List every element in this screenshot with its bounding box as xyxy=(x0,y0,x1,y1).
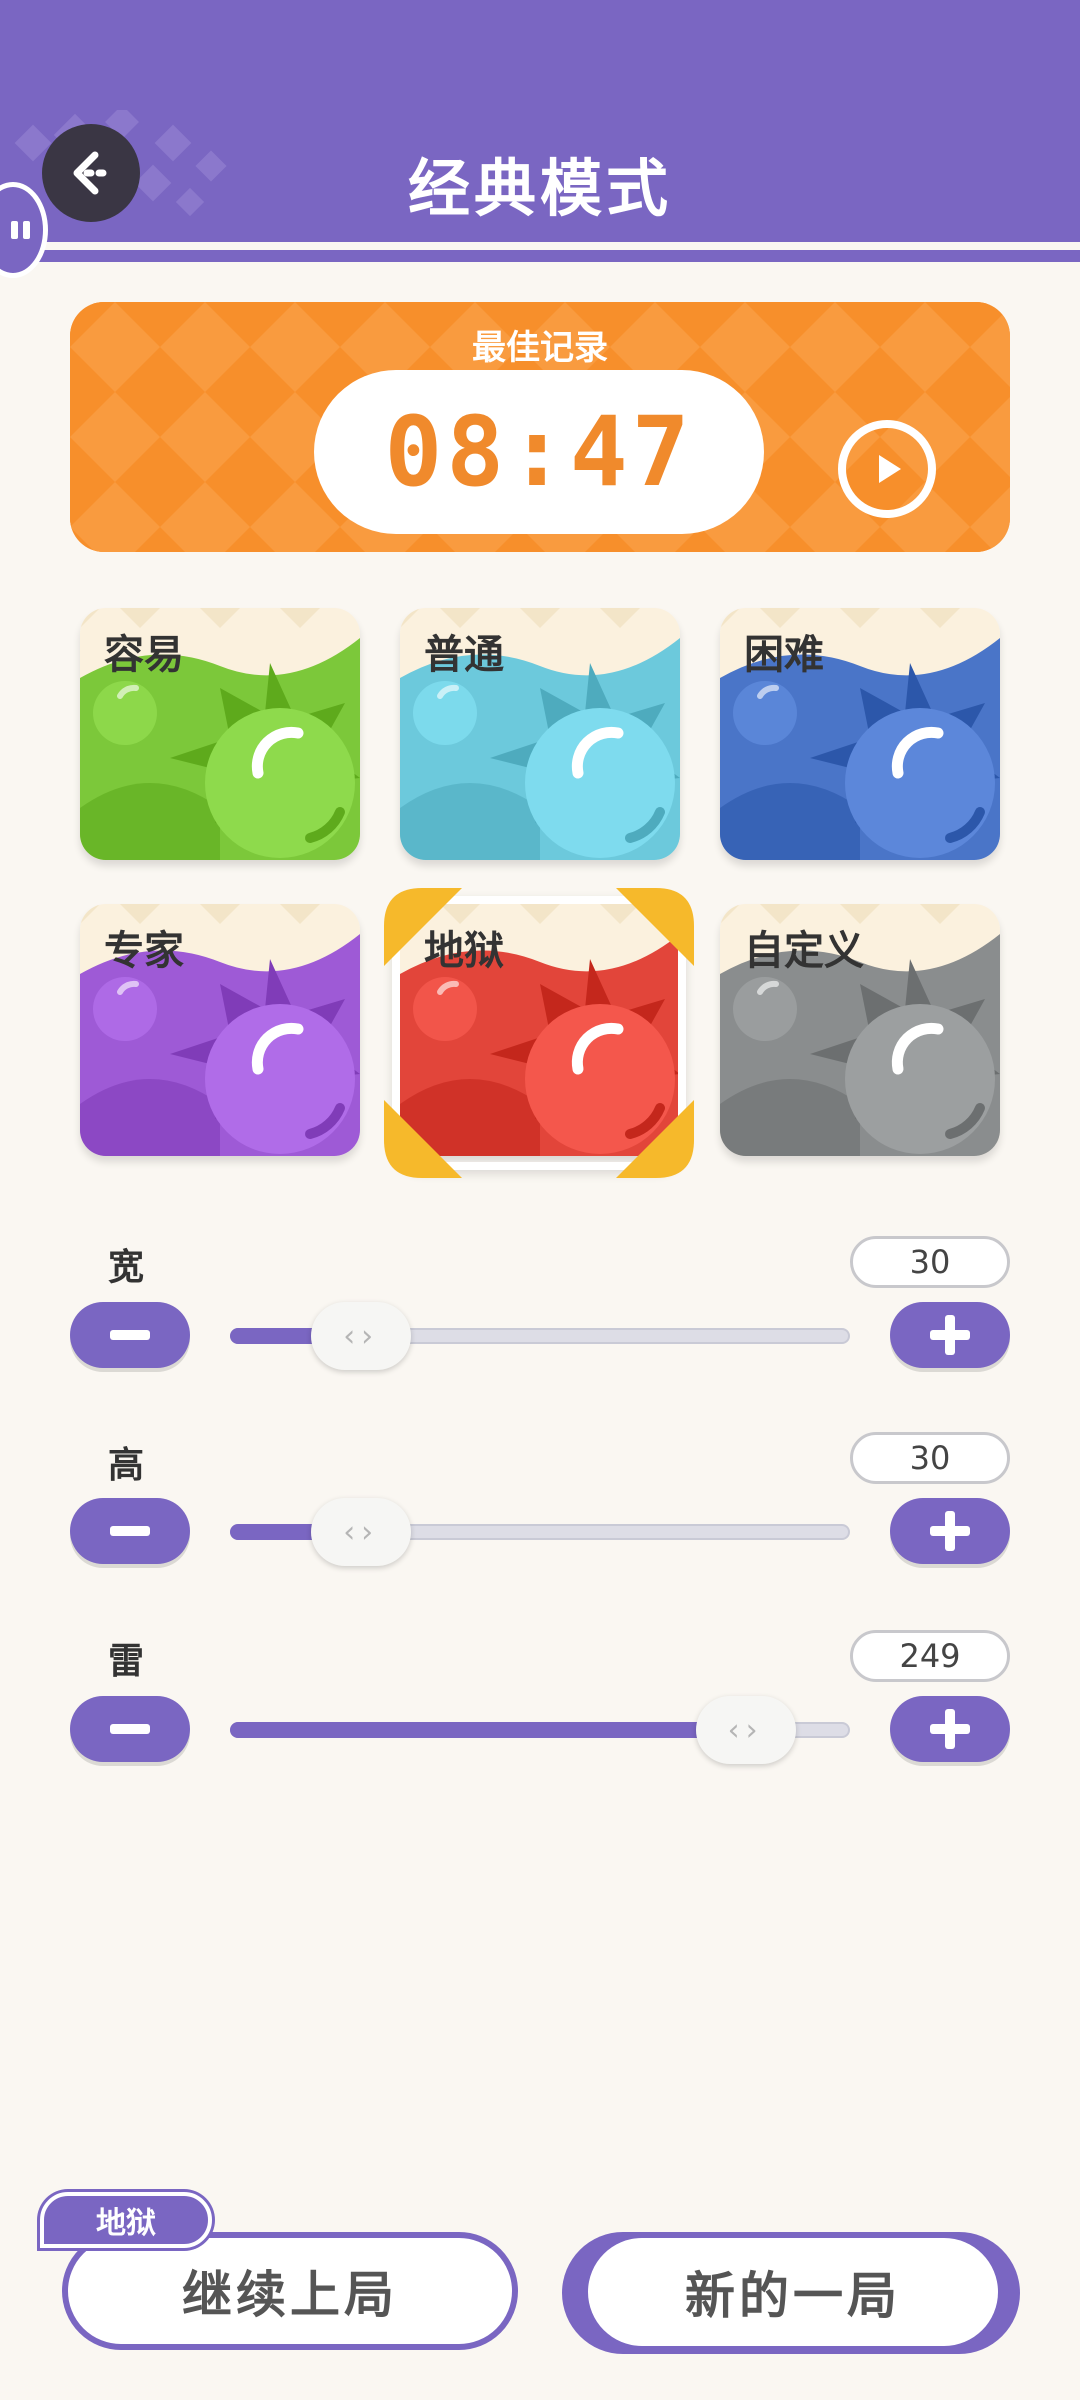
best-record-card: 最佳记录 08:47 xyxy=(70,302,1010,552)
continue-difficulty-tag: 地狱 xyxy=(40,2192,212,2248)
difficulty-tile-3[interactable]: 专家 xyxy=(80,904,360,1156)
continue-button-label: 继续上局 xyxy=(182,2266,398,2324)
new-game-button-label: 新的一局 xyxy=(685,2267,901,2325)
page-title: 经典模式 xyxy=(407,152,672,225)
header-divider xyxy=(0,242,1080,250)
best-record-time: 08:47 xyxy=(384,396,694,508)
difficulty-tile-label: 自定义 xyxy=(744,928,864,974)
height-plus-button[interactable] xyxy=(890,1498,1010,1564)
width-plus-button[interactable] xyxy=(890,1302,1010,1368)
selected-corner-markers xyxy=(384,888,694,1178)
plus-icon xyxy=(930,1511,970,1551)
plus-icon xyxy=(930,1315,970,1355)
difficulty-tile-label: 容易 xyxy=(104,632,184,678)
width-slider-thumb[interactable]: ‹› xyxy=(311,1302,412,1370)
difficulty-tile-1[interactable]: 普通 xyxy=(400,608,680,860)
height-label: 高 xyxy=(108,1445,145,1486)
mines-slider-thumb[interactable]: ‹› xyxy=(695,1696,796,1764)
mines-value[interactable]: 249 xyxy=(850,1630,1010,1682)
mines-plus-button[interactable] xyxy=(890,1696,1010,1762)
height-minus-button[interactable] xyxy=(70,1498,190,1564)
selected-tile-frame xyxy=(384,888,694,1178)
replay-button[interactable] xyxy=(838,420,936,518)
difficulty-tile-label: 困难 xyxy=(744,632,824,678)
height-value[interactable]: 30 xyxy=(850,1432,1010,1484)
difficulty-tile-0[interactable]: 容易 xyxy=(80,608,360,860)
height-slider[interactable]: ‹› xyxy=(230,1498,850,1566)
difficulty-tile-2[interactable]: 困难 xyxy=(720,608,1000,860)
difficulty-tile-5[interactable]: 自定义 xyxy=(720,904,1000,1156)
width-minus-button[interactable] xyxy=(70,1302,190,1368)
difficulty-tile-label: 专家 xyxy=(104,928,184,974)
new-game-button[interactable]: 新的一局 xyxy=(562,2232,1020,2354)
play-icon xyxy=(879,455,901,483)
mines-slider[interactable]: ‹› xyxy=(230,1696,850,1764)
width-slider[interactable]: ‹› xyxy=(230,1302,850,1370)
height-slider-thumb[interactable]: ‹› xyxy=(311,1498,412,1566)
width-value[interactable]: 30 xyxy=(850,1236,1010,1288)
best-record-pill: 08:47 xyxy=(314,370,764,534)
difficulty-tile-label: 普通 xyxy=(424,632,504,678)
mines-minus-button[interactable] xyxy=(70,1696,190,1762)
continue-button[interactable]: 继续上局 xyxy=(62,2232,518,2350)
best-record-label: 最佳记录 xyxy=(472,328,608,368)
width-label: 宽 xyxy=(108,1247,145,1288)
new-game-button-face[interactable]: 新的一局 xyxy=(588,2238,998,2346)
minus-icon xyxy=(110,1724,150,1734)
minus-icon xyxy=(110,1526,150,1536)
mines-slider-fill xyxy=(230,1722,718,1738)
minus-icon xyxy=(110,1330,150,1340)
plus-icon xyxy=(930,1709,970,1749)
mines-label: 雷 xyxy=(108,1641,145,1682)
